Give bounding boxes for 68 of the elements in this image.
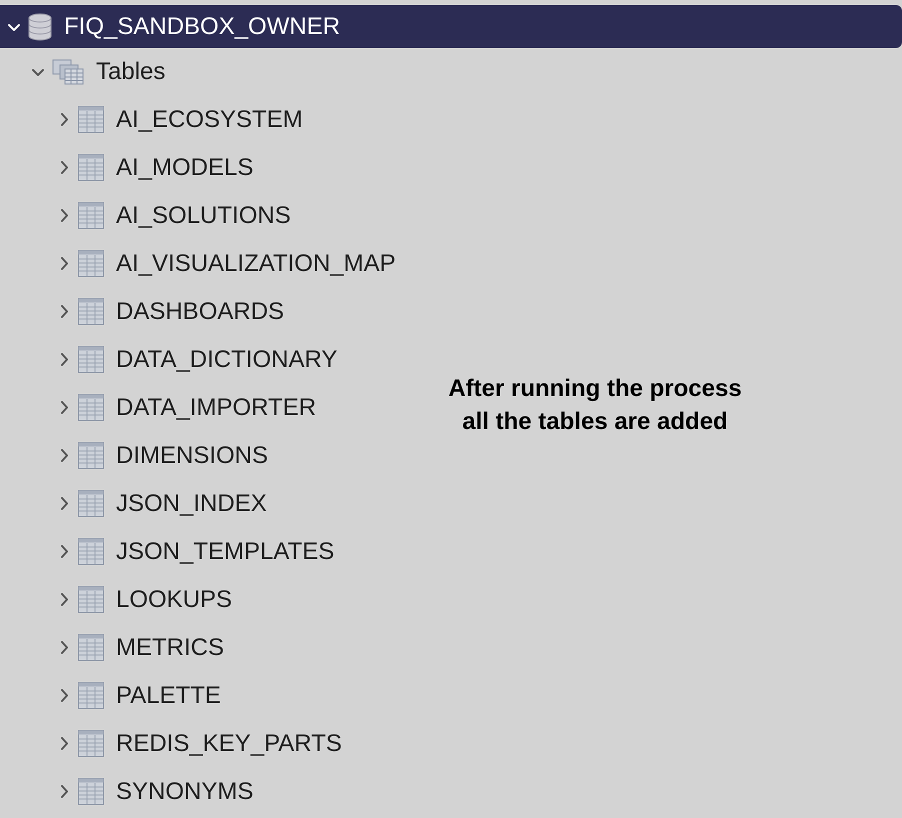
chevron-right-icon[interactable] [58,209,70,223]
tree-item[interactable]: METRICS [0,624,226,672]
item-label: AI_MODELS [116,153,254,183]
table-icon [78,154,104,182]
chevron-right-icon[interactable] [58,257,70,271]
chevron-right-icon[interactable] [58,785,70,799]
item-label: JSON_INDEX [116,489,267,519]
tree-item[interactable]: PALETTE [0,672,223,720]
table-icon [78,202,104,230]
chevron-right-icon[interactable] [58,449,70,463]
item-label: AI_VISUALIZATION_MAP [116,249,396,279]
tree-item[interactable]: AI_SOLUTIONS [0,192,293,240]
table-icon [78,778,104,806]
chevron-right-icon[interactable] [58,113,70,127]
tree-item[interactable]: REDIS_KEY_PARTS [0,720,344,768]
item-label: DATA_DICTIONARY [116,345,338,375]
table-icon [78,346,104,374]
tree-item[interactable]: Tables [0,48,168,96]
chevron-right-icon[interactable] [58,689,70,703]
database-icon [28,12,52,40]
item-label: SYNONYMS [116,777,254,807]
tree-item[interactable]: AI_MODELS [0,144,256,192]
table-icon [78,490,104,518]
table-icon [78,730,104,758]
tree-item[interactable]: DASHBOARDS [0,288,286,336]
item-label: JSON_TEMPLATES [116,537,334,567]
chevron-right-icon[interactable] [58,401,70,415]
table-icon [78,538,104,566]
chevron-right-icon[interactable] [58,593,70,607]
item-label: AI_SOLUTIONS [116,201,291,231]
item-label: DASHBOARDS [116,297,284,327]
table-icon [78,634,104,662]
chevron-right-icon[interactable] [58,545,70,559]
item-label: REDIS_KEY_PARTS [116,729,342,759]
tree-item[interactable]: AI_VISUALIZATION_MAP [0,240,398,288]
item-label: PALETTE [116,681,221,711]
tree-item[interactable]: FIQ_SANDBOX_OWNER [0,5,902,48]
chevron-right-icon[interactable] [58,737,70,751]
table-icon [78,586,104,614]
table-icon [78,106,104,134]
item-label: AI_ECOSYSTEM [116,105,303,135]
chevron-right-icon[interactable] [58,161,70,175]
table-icon [78,298,104,326]
tree-item[interactable]: DATA_IMPORTER [0,384,318,432]
tables-icon [52,59,84,85]
tree-item[interactable]: DATA_DICTIONARY [0,336,340,384]
table-icon [78,250,104,278]
chevron-right-icon[interactable] [58,641,70,655]
table-icon [78,442,104,470]
item-label: LOOKUPS [116,585,232,615]
annotation-text: all the tables are added [462,407,728,437]
tree-item[interactable]: DIMENSIONS [0,432,270,480]
chevron-right-icon[interactable] [58,305,70,319]
tree-item[interactable]: JSON_TEMPLATES [0,528,336,576]
tree-item[interactable]: SYNONYMS [0,768,256,816]
item-label: DIMENSIONS [116,441,268,471]
tree-item[interactable]: AI_ECOSYSTEM [0,96,305,144]
chevron-right-icon[interactable] [58,497,70,511]
annotation-text: After running the process [448,374,742,404]
tree-item[interactable]: LOOKUPS [0,576,234,624]
table-icon [78,682,104,710]
chevron-right-icon[interactable] [58,353,70,367]
tree-item[interactable]: JSON_INDEX [0,480,269,528]
item-label: Tables [96,57,166,87]
item-label: DATA_IMPORTER [116,393,316,423]
item-label: FIQ_SANDBOX_OWNER [64,12,340,42]
item-label: METRICS [116,633,224,663]
table-icon [78,394,104,422]
